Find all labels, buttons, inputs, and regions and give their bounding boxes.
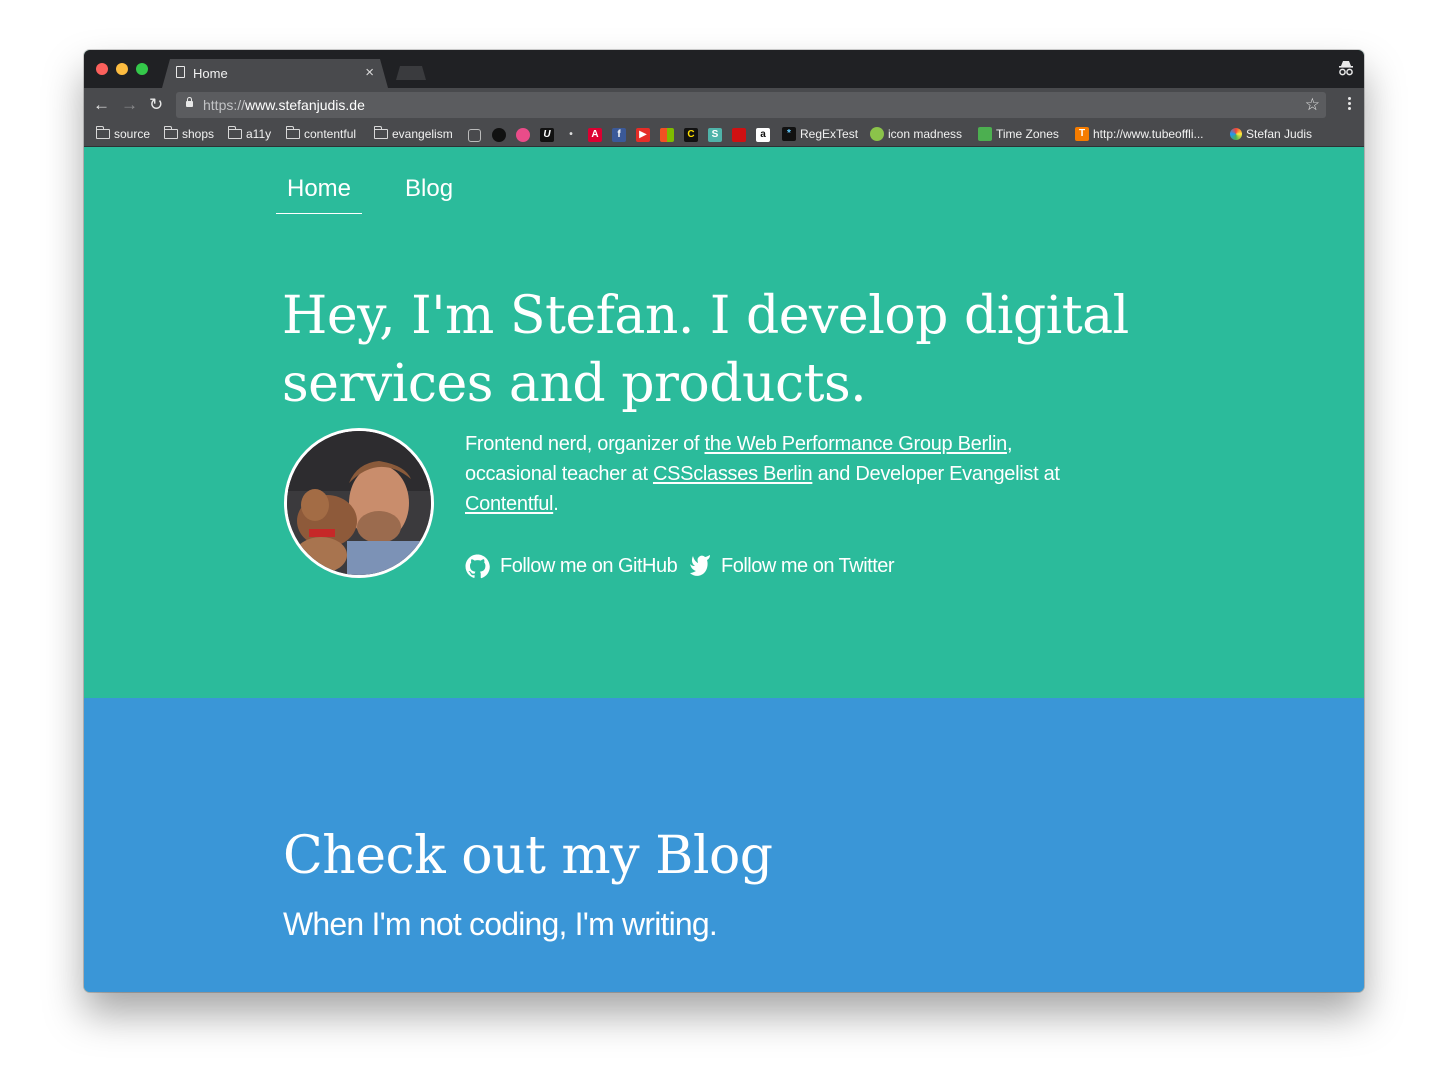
github-follow-label: Follow me on GitHub	[500, 554, 678, 577]
url-host: www.stefanjudis.de	[245, 97, 365, 113]
web-page: Home Blog Hey, I'm Stefan. I develop dig…	[84, 147, 1364, 992]
back-arrow-icon[interactable]: ←	[93, 95, 110, 115]
lego-icon[interactable]	[732, 128, 746, 142]
regex-icon: *	[782, 127, 796, 141]
browser-toolbar: ← → ↻ https://www.stefanjudis.de ☆	[84, 88, 1364, 122]
tab-home[interactable]: Home ×	[162, 59, 388, 88]
page-icon	[176, 66, 185, 78]
facebook-icon[interactable]: f	[612, 128, 626, 142]
twitter-icon	[690, 555, 710, 576]
bookmark-regextest[interactable]: * RegExTest	[782, 125, 858, 143]
bio-text-segment: .	[553, 493, 559, 515]
dribbble-icon[interactable]	[516, 128, 530, 142]
bookmark-tubeoffline[interactable]: Thttp://www.tubeoffli...	[1075, 125, 1204, 143]
bookmark-label: icon madness	[888, 127, 963, 141]
bookmark-folder-contentful[interactable]: contentful	[285, 125, 357, 143]
minimize-window-button[interactable]	[116, 63, 128, 75]
bio-text: Frontend nerd, organizer of the Web Perf…	[465, 429, 1075, 519]
folder-icon	[227, 126, 242, 139]
bookmark-time-zones[interactable]: Time Zones	[978, 125, 1059, 143]
angular-icon[interactable]: A	[588, 128, 602, 142]
nav-home-link[interactable]: Home	[276, 173, 362, 214]
browser-menu-icon[interactable]	[1348, 97, 1352, 113]
folder-icon	[95, 126, 110, 139]
browser-window: Home × ← → ↻ https://www.stefanjudis.de …	[84, 50, 1364, 992]
folder-icon	[373, 126, 388, 139]
new-tab-button[interactable]	[396, 66, 426, 80]
maximize-window-button[interactable]	[136, 63, 148, 75]
title-bar: Home ×	[84, 50, 1364, 88]
bookmark-star-icon[interactable]: ☆	[1305, 95, 1320, 115]
tab-title: Home	[193, 66, 228, 81]
bookmark-label: a11y	[246, 127, 272, 141]
bookmark-label: contentful	[304, 127, 357, 141]
avatar	[284, 428, 434, 578]
close-window-button[interactable]	[96, 63, 108, 75]
time-zones-icon	[978, 127, 992, 141]
url-text[interactable]: https://www.stefanjudis.de	[203, 97, 365, 113]
bookmark-folder-a11y[interactable]: a11y	[227, 125, 272, 143]
owl-icon[interactable]: •	[564, 128, 578, 142]
bookmark-folder-evangelism[interactable]: evangelism	[373, 125, 453, 143]
stefan-judis-icon	[1230, 128, 1242, 140]
contentful-link[interactable]: Contentful	[465, 493, 553, 515]
bookmark-folder-source[interactable]: source	[95, 125, 151, 143]
url-scheme: https://	[203, 97, 246, 113]
forward-arrow-icon[interactable]: →	[121, 95, 138, 115]
github-icon	[465, 554, 490, 578]
u-icon[interactable]: U	[540, 128, 554, 142]
bookmark-icon-madness[interactable]: icon madness	[870, 125, 962, 143]
bookmark-label: RegExTest	[800, 127, 859, 141]
hero-section: Home Blog Hey, I'm Stefan. I develop dig…	[84, 147, 1364, 698]
address-bar[interactable]: https://www.stefanjudis.de ☆	[176, 92, 1326, 118]
bio-text-segment: Frontend nerd, organizer of	[465, 433, 705, 455]
nav-blog-link[interactable]: Blog	[405, 173, 453, 205]
bookmark-label: http://www.tubeoffli...	[1093, 127, 1204, 141]
s-icon[interactable]: S	[708, 128, 722, 142]
folder-icon	[163, 126, 178, 139]
folder-icon	[285, 126, 300, 139]
incognito-icon	[1339, 61, 1353, 76]
github-follow-link[interactable]: Follow me on GitHub	[465, 552, 678, 580]
bookmark-label: evangelism	[392, 127, 453, 141]
youtube-icon[interactable]: ▶	[636, 128, 650, 142]
reload-icon[interactable]: ↻	[149, 95, 163, 115]
blog-section-subtitle: When I'm not coding, I'm writing.	[283, 906, 718, 942]
bookmark-label: shops	[182, 127, 215, 141]
blog-section: Check out my Blog When I'm not coding, I…	[84, 698, 1364, 992]
bookmarks-bar: source shops a11y contentful evangelism …	[84, 122, 1364, 147]
avatar-photo	[287, 431, 431, 575]
web-performance-group-link[interactable]: the Web Performance Group Berlin	[705, 433, 1008, 455]
amazon-icon[interactable]: a	[756, 128, 770, 142]
bookmark-stefan-judis[interactable]: Stefan Judis	[1230, 125, 1312, 143]
blog-section-title[interactable]: Check out my Blog	[283, 822, 773, 890]
cssclasses-link[interactable]: CSSclasses Berlin	[653, 463, 813, 485]
codepen-icon[interactable]	[468, 129, 481, 142]
twitter-follow-link[interactable]: Follow me on Twitter	[689, 552, 895, 580]
lock-icon	[186, 97, 193, 107]
microsoft-icon[interactable]	[660, 128, 674, 142]
bookmark-label: Time Zones	[996, 127, 1059, 141]
icon-madness-icon	[870, 127, 884, 141]
c-icon[interactable]: C	[684, 128, 698, 142]
bookmark-label: Stefan Judis	[1246, 127, 1313, 141]
twitter-follow-label: Follow me on Twitter	[721, 554, 895, 577]
github-icon[interactable]	[492, 128, 506, 142]
tab-close-button[interactable]: ×	[365, 64, 374, 81]
bookmark-folder-shops[interactable]: shops	[163, 125, 215, 143]
bookmark-label: source	[114, 127, 151, 141]
bio-text-segment: and Developer Evangelist at	[812, 463, 1060, 485]
tubeoffline-icon: T	[1075, 127, 1089, 141]
hero-headline: Hey, I'm Stefan. I develop digital servi…	[282, 286, 1129, 414]
